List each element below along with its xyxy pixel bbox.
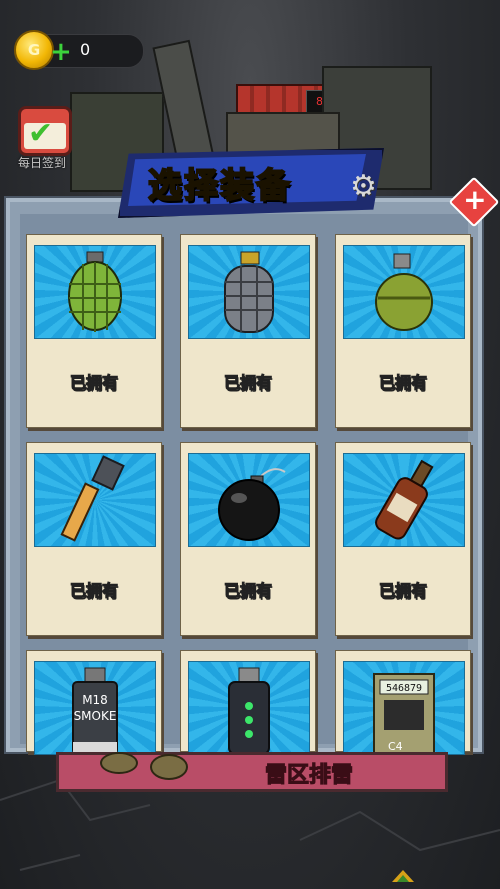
watermark-logo — [392, 870, 414, 882]
item-art — [34, 453, 156, 547]
disc-decoration — [150, 754, 188, 780]
title-banner: 选择装备 — [118, 148, 384, 218]
c4-explosive-icon: 546879 C4 — [373, 673, 435, 754]
item-card-molotov-bottle[interactable]: 已拥有 — [335, 442, 471, 636]
item-card-frag-grenade-gray[interactable]: 已拥有 — [180, 234, 316, 428]
close-icon: + — [463, 182, 487, 216]
item-art — [188, 245, 310, 339]
item-art — [343, 453, 465, 547]
minefield-button-label: 雷区排雷 — [264, 763, 354, 789]
daily-checkin-label: 每日签到 — [17, 156, 66, 170]
owned-label: 已拥有 — [223, 581, 272, 601]
molotov-bottle-icon — [375, 459, 434, 540]
owned-label: 已拥有 — [69, 581, 118, 601]
item-art: M18 SMOKE — [34, 661, 156, 755]
item-card-black-bomb[interactable]: 已拥有 — [180, 442, 316, 636]
round-grenade-olive-icon — [375, 253, 433, 331]
item-art — [188, 453, 310, 547]
item-card-stick-grenade[interactable]: 已拥有 — [26, 442, 162, 636]
c4-display: 546879 — [386, 683, 422, 694]
coin-count: 0 — [80, 40, 91, 59]
item-card-c4-explosive[interactable]: 546879 C4 — [335, 650, 471, 755]
item-card-round-grenade-olive[interactable]: 已拥有 — [335, 234, 471, 428]
add-coins-button[interactable]: + — [50, 39, 72, 65]
smoke-grenade-icon: M18 SMOKE — [72, 667, 118, 754]
item-art — [343, 245, 465, 339]
gear-icon: ⚙ — [350, 169, 377, 204]
owned-label: 已拥有 — [223, 373, 272, 393]
checkmark-icon: ✔ — [28, 116, 54, 151]
daily-checkin-button[interactable]: ✔ 每日签到 — [8, 100, 76, 172]
frag-grenade-gray-icon — [224, 251, 274, 333]
frag-grenade-green-icon — [68, 251, 122, 332]
owned-label: 已拥有 — [378, 581, 427, 601]
disc-decoration — [100, 752, 138, 774]
item-art — [188, 661, 310, 755]
item-art: 546879 C4 — [343, 661, 465, 755]
owned-label: 已拥有 — [69, 373, 118, 393]
item-card-flash-grenade[interactable] — [180, 650, 316, 755]
stick-grenade-icon — [60, 455, 125, 542]
smoke-label-line2: SMOKE — [74, 709, 117, 723]
smoke-label-line1: M18 — [82, 693, 108, 707]
owned-label: 已拥有 — [378, 373, 427, 393]
page-title: 选择装备 — [147, 165, 292, 207]
flash-grenade-icon — [228, 667, 270, 754]
item-art — [34, 245, 156, 339]
item-card-smoke-grenade[interactable]: M18 SMOKE — [26, 650, 162, 755]
gold-coin-icon: G — [14, 30, 54, 70]
item-card-frag-grenade-green[interactable]: 已拥有 — [26, 234, 162, 428]
black-bomb-icon — [218, 468, 286, 541]
